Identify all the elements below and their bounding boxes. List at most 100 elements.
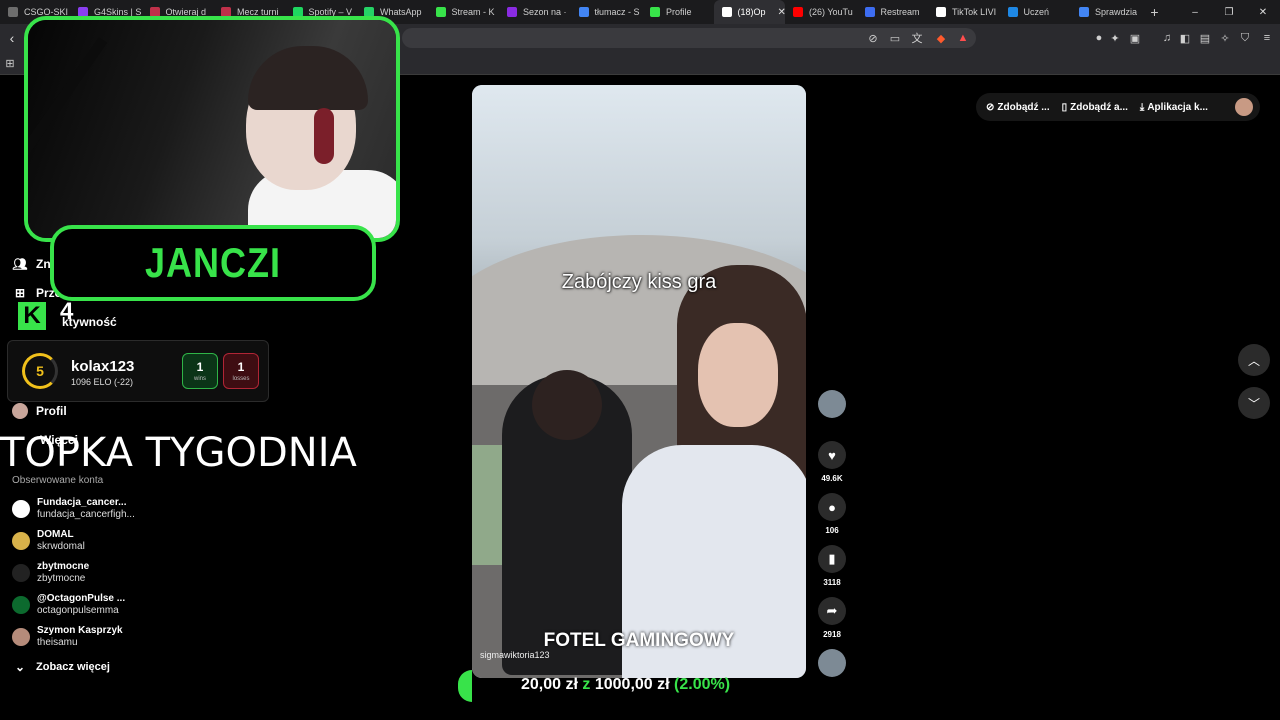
wins-badge: 1 wins	[182, 353, 218, 389]
apps-icon[interactable]: ⊞	[1, 54, 19, 72]
following-handle: theisamu	[37, 637, 78, 648]
no-audio-icon[interactable]: ⊘	[864, 29, 882, 47]
video-caption-top: Zabójczy kiss gra	[561, 271, 717, 293]
tab-label: Sezon na ·	[523, 7, 567, 17]
sidebar-item-label: Profil	[36, 404, 67, 418]
browser-tab[interactable]: (26) YouTu	[785, 0, 857, 24]
see-more-label: Zobacz więcej	[36, 661, 110, 673]
browser-tab[interactable]: Stream - K	[428, 0, 500, 24]
screenshot-icon[interactable]: ▣	[1126, 29, 1144, 47]
following-item[interactable]: Fundacja_cancer... fundacja_cancerfigh...	[12, 497, 135, 521]
music-disc[interactable]	[818, 649, 846, 677]
desktop-app-button[interactable]: ⤓ Aplikacja k...	[1140, 102, 1208, 113]
browser-tab[interactable]: Sezon na ·	[499, 0, 571, 24]
cast-icon[interactable]: ▭	[886, 29, 904, 47]
following-name: Szymon Kasprzyk	[37, 625, 123, 636]
following-avatar	[12, 564, 30, 582]
like-count: 49.6K	[821, 474, 843, 483]
wins-value: 1	[196, 360, 204, 374]
like-button[interactable]: ♥ 49.6K	[818, 441, 846, 483]
faceit-level-badge: 5	[22, 353, 58, 389]
browser-tab[interactable]: Uczeń	[1000, 0, 1072, 24]
coin-icon: ⊘	[986, 101, 995, 113]
kick-logo: K	[18, 302, 46, 330]
streamer-name-plate: JANCZI	[50, 225, 376, 301]
losses-value: 1	[237, 360, 245, 374]
following-text: Szymon Kasprzyk theisamu	[37, 625, 123, 649]
tab-label: Profile	[666, 7, 692, 17]
browser-tab[interactable]: Sprawdzia	[1071, 0, 1143, 24]
video-username[interactable]: sigmawiktoria123	[480, 650, 550, 660]
previous-video-button[interactable]: ︿	[1238, 344, 1270, 376]
following-avatar	[12, 500, 30, 518]
tab-label: (18)Op	[737, 7, 766, 17]
see-more-button[interactable]: ⌄ Zobacz więcej	[12, 659, 110, 675]
browser-tab[interactable]: (18)Op ✕	[713, 0, 785, 24]
share-button[interactable]: ➦ 2918	[818, 597, 846, 639]
sidebar-icon[interactable]: ◧	[1176, 29, 1194, 47]
chevron-up-icon: ︿	[1247, 353, 1260, 368]
maximize-button[interactable]: ❐	[1212, 0, 1246, 24]
creator-avatar-image	[818, 390, 846, 418]
chevron-down-icon: ﹀	[1247, 396, 1260, 411]
share-icon: ➦	[818, 597, 846, 625]
puzzle-icon[interactable]: ✦	[1106, 29, 1124, 47]
get-coins-button[interactable]: ⊘ Zdobądź ...	[986, 102, 1050, 113]
brave-shield-icon[interactable]: ◆	[932, 29, 950, 47]
user-avatar[interactable]	[1235, 98, 1253, 116]
browser-tab[interactable]: Restream	[857, 0, 929, 24]
wallet-icon[interactable]: ▤	[1196, 29, 1214, 47]
tab-label: Uczeń	[1023, 7, 1050, 17]
tab-label: Stream - K	[451, 7, 495, 17]
sidebar-item-friends[interactable]: 👥︎ Zn	[12, 256, 50, 272]
following-item[interactable]: Szymon Kasprzyk theisamu	[12, 625, 123, 649]
headset-icon	[314, 108, 334, 164]
following-item[interactable]: @OctagonPulse ... octagonpulsemma	[12, 593, 125, 617]
kick-count: 4	[60, 298, 74, 325]
donation-goal-amount: 1000,00 zł	[594, 676, 670, 693]
tab-favicon-icon	[1079, 7, 1089, 17]
upload-icon: ⊞	[14, 286, 26, 300]
creator-avatar[interactable]	[818, 390, 846, 418]
following-text: @OctagonPulse ... octagonpulsemma	[37, 593, 125, 617]
browser-tab[interactable]: Profile	[642, 0, 714, 24]
ai-icon[interactable]: ✧	[1216, 29, 1234, 47]
save-count: 3118	[823, 578, 841, 587]
vpn-icon[interactable]: ⛉	[1236, 29, 1254, 47]
following-item[interactable]: DOMAL skrwdomal	[12, 529, 85, 553]
video-player[interactable]: Zabójczy kiss gra FOTEL GAMINGOWY sigmaw…	[472, 85, 806, 678]
following-item[interactable]: zbytmocne zbytmocne	[12, 561, 89, 585]
streamer-name: JANCZI	[144, 238, 281, 286]
following-header: Obserwowane konta	[12, 475, 104, 486]
elo-username: kolax123	[71, 358, 135, 375]
comment-button[interactable]: ● 106	[818, 493, 846, 535]
elo-card: 5 kolax123 1096 ELO (-22) 1 wins 1 losse…	[7, 340, 269, 402]
new-tab-button[interactable]: +	[1143, 0, 1167, 24]
donation-percent: (2.00%)	[674, 676, 731, 693]
save-button[interactable]: ▮ 3118	[818, 545, 846, 587]
following-handle: zbytmocne	[37, 573, 86, 584]
browser-tab[interactable]: TikTok LIVI	[928, 0, 1000, 24]
close-tab-icon[interactable]: ✕	[778, 7, 785, 18]
bookmark-icon: ▮	[818, 545, 846, 573]
download-icon: ⤓	[1139, 101, 1145, 113]
browser-tab[interactable]: tłumacz - S	[571, 0, 643, 24]
close-window-button[interactable]: ✕	[1246, 0, 1280, 24]
menu-icon[interactable]: ≡	[1258, 29, 1276, 47]
window-controls: – ❐ ✕	[1178, 0, 1280, 24]
brave-rewards-icon[interactable]: ▲	[954, 29, 972, 47]
get-app-button[interactable]: ▯ Zdobądź a...	[1062, 102, 1128, 113]
sidebar-item-profile[interactable]: Profil	[12, 403, 67, 419]
following-text: Fundacja_cancer... fundacja_cancerfigh...	[37, 497, 135, 521]
tab-favicon-icon	[650, 7, 660, 17]
next-video-button[interactable]: ﹀	[1238, 387, 1270, 419]
share-count: 2918	[823, 630, 841, 639]
minimize-button[interactable]: –	[1178, 0, 1212, 24]
profile-avatar-icon	[12, 403, 28, 419]
translate-icon[interactable]: 文	[908, 29, 926, 47]
music-icon[interactable]: ♫	[1158, 29, 1176, 47]
tab-label: Sprawdzia	[1095, 7, 1138, 17]
following-handle: skrwdomal	[37, 541, 85, 552]
back-button[interactable]: ‹	[2, 28, 22, 48]
tab-favicon-icon	[8, 7, 18, 17]
